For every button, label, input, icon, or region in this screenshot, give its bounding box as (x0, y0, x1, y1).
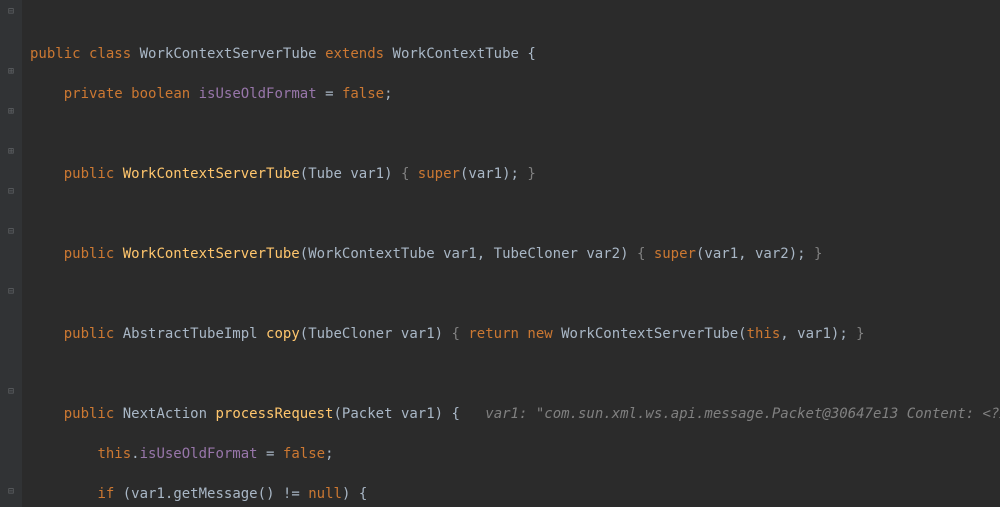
fold-icon[interactable]: ⊟ (6, 227, 16, 237)
gutter[interactable]: ⊟ ⊞ ⊞ ⊞ ⊟ ⊟ ⊟ ⊟ ⊟ (0, 0, 22, 507)
field: isUseOldFormat (199, 86, 317, 102)
code-editor[interactable]: ⊟ ⊞ ⊞ ⊞ ⊟ ⊟ ⊟ ⊟ ⊟ public class WorkConte… (0, 0, 1000, 507)
code-line[interactable]: private boolean isUseOldFormat = false; (22, 84, 1000, 104)
code-line[interactable]: public class WorkContextServerTube exten… (22, 44, 1000, 64)
keyword-extends: extends (325, 46, 384, 62)
code-line[interactable]: public WorkContextServerTube(WorkContext… (22, 244, 1000, 264)
code-line[interactable]: this.isUseOldFormat = false; (22, 444, 1000, 464)
keyword-boolean: boolean (131, 86, 190, 102)
fold-icon[interactable]: ⊞ (6, 107, 16, 117)
folded-body[interactable]: { (401, 166, 418, 182)
superclass: WorkContextTube (393, 46, 519, 62)
fold-icon[interactable]: ⊟ (6, 187, 16, 197)
debug-hint: var1: "com.sun.xml.ws.api.message.Packet… (485, 406, 1000, 422)
fold-icon[interactable]: ⊟ (6, 487, 16, 497)
code-line[interactable]: public WorkContextServerTube(Tube var1) … (22, 164, 1000, 184)
keyword-private: private (64, 86, 123, 102)
fold-icon[interactable]: ⊟ (6, 287, 16, 297)
folded-body[interactable]: { (637, 246, 654, 262)
brace: { (527, 46, 535, 62)
keyword-class: class (89, 46, 131, 62)
code-line[interactable]: public NextAction processRequest(Packet … (22, 404, 1000, 424)
method: processRequest (215, 406, 333, 422)
folded-body[interactable]: { (452, 326, 469, 342)
constructor: WorkContextServerTube (123, 166, 300, 182)
code-line[interactable] (22, 284, 1000, 304)
keyword-public: public (30, 46, 81, 62)
constructor: WorkContextServerTube (123, 246, 300, 262)
fold-icon[interactable]: ⊞ (6, 147, 16, 157)
fold-icon[interactable]: ⊟ (6, 387, 16, 397)
code-line[interactable] (22, 124, 1000, 144)
method: copy (266, 326, 300, 342)
code-line[interactable]: if (var1.getMessage() != null) { (22, 484, 1000, 504)
code-area[interactable]: public class WorkContextServerTube exten… (22, 0, 1000, 507)
code-line[interactable] (22, 364, 1000, 384)
fold-icon[interactable]: ⊟ (6, 7, 16, 17)
code-line[interactable]: public AbstractTubeImpl copy(TubeCloner … (22, 324, 1000, 344)
literal-false: false (342, 86, 384, 102)
class-name: WorkContextServerTube (140, 46, 317, 62)
fold-icon[interactable]: ⊞ (6, 67, 16, 77)
code-line[interactable] (22, 204, 1000, 224)
